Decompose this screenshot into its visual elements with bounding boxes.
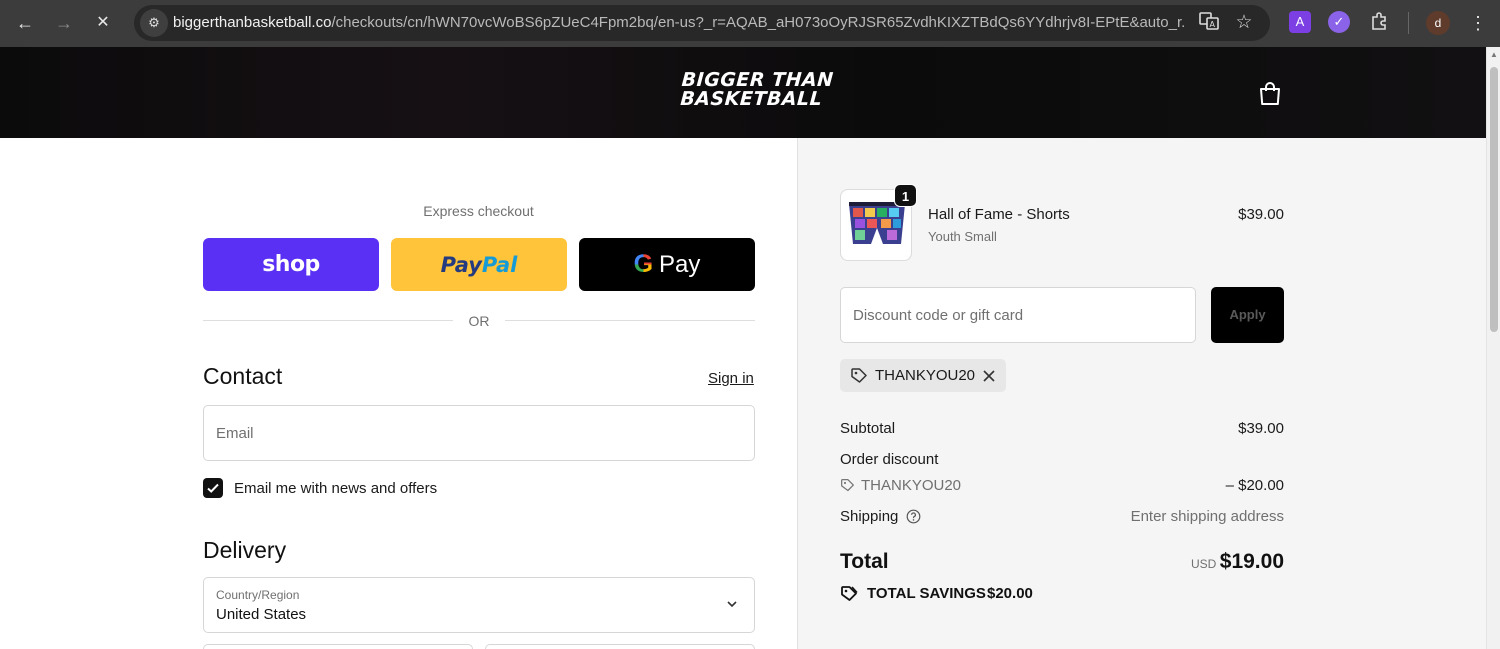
remove-discount-close-icon[interactable] (982, 369, 996, 383)
product-variant: Youth Small (928, 229, 997, 244)
or-divider-text: OR (468, 313, 490, 329)
country-label: Country/Region (216, 588, 300, 602)
quantity-badge: 1 (894, 184, 917, 207)
discount-value: – $20.00 (1225, 477, 1284, 494)
google-g-icon: G (633, 250, 654, 278)
svg-text:A: A (1210, 20, 1216, 29)
scroll-up-arrow-icon[interactable]: ▲ (1490, 51, 1498, 59)
country-value: United States (216, 606, 307, 623)
discount-placeholder: Discount code or gift card (853, 307, 1024, 324)
subtotal-label: Subtotal (840, 420, 896, 437)
toolbar-divider (1408, 12, 1409, 34)
url-text[interactable]: biggerthanbasketball.co/checkouts/cn/hWN… (173, 14, 1185, 31)
scroll-thumb[interactable] (1490, 67, 1498, 332)
applied-discount-chip: THANKYOU20 (840, 359, 1006, 392)
last-name-field[interactable] (485, 644, 755, 649)
country-select[interactable]: Country/Region United States (203, 577, 755, 633)
product-price: $39.00 (1238, 206, 1284, 223)
site-info-icon[interactable]: ⚙ (140, 9, 168, 37)
discount-code-input[interactable]: Discount code or gift card (840, 287, 1196, 343)
apply-discount-button[interactable]: Apply (1211, 287, 1284, 343)
shipping-value: Enter shipping address (1130, 508, 1284, 525)
newsletter-label[interactable]: Email me with news and offers (234, 480, 437, 497)
google-pay-button[interactable]: G Pay (579, 238, 755, 291)
site-header: BIGGER THAN BASKETBALL (0, 47, 1486, 138)
brand-logo[interactable]: BIGGER THAN BASKETBALL (680, 69, 835, 110)
subtotal-value: $39.00 (1238, 420, 1284, 437)
total-label: Total (840, 550, 889, 573)
page-scrollbar[interactable]: ▲ (1486, 47, 1500, 649)
address-bar[interactable]: ⚙ biggerthanbasketball.co/checkouts/cn/h… (134, 5, 1270, 41)
total-savings-label: TOTAL SAVINGS (867, 585, 986, 602)
shipping-label: Shipping (840, 508, 899, 525)
bookmark-star-icon[interactable]: ☆ (1232, 11, 1256, 35)
total-savings-value: $20.00 (987, 585, 1033, 602)
extensions-puzzle-icon[interactable] (1368, 11, 1390, 33)
express-checkout-label: Express checkout (423, 203, 534, 219)
product-name: Hall of Fame - Shorts (928, 206, 1070, 223)
currency-code: USD (1191, 557, 1217, 571)
browser-toolbar: ← → ✕ ⚙ biggerthanbasketball.co/checkout… (0, 0, 1500, 47)
forward-arrow-icon[interactable]: → (50, 9, 78, 37)
newsletter-checkbox[interactable] (203, 478, 223, 498)
applied-code-text: THANKYOU20 (875, 367, 976, 384)
paypal-button[interactable]: Pay Pal (391, 238, 567, 291)
back-arrow-icon[interactable]: ← (11, 9, 39, 37)
contact-heading: Contact (203, 363, 283, 389)
delivery-heading: Delivery (203, 537, 287, 563)
shop-pay-logo: shop (262, 252, 320, 277)
chevron-down-icon (727, 601, 737, 608)
checkmark-icon (207, 483, 219, 493)
email-placeholder: Email (216, 425, 254, 442)
order-discount-label: Order discount (840, 451, 939, 468)
or-divider-right (505, 320, 755, 321)
paypal-logo-pay: Pay (440, 252, 482, 277)
savings-tag-icon (841, 586, 858, 601)
profile-avatar[interactable]: d (1426, 11, 1450, 35)
discount-tag-icon (841, 479, 854, 492)
stop-loading-icon[interactable]: ✕ (89, 9, 117, 37)
total-value: $19.00 (1219, 550, 1284, 573)
translate-icon[interactable]: A (1197, 11, 1221, 35)
shopping-bag-icon[interactable] (1258, 80, 1282, 106)
sign-in-link[interactable]: Sign in (708, 370, 754, 387)
discount-code-line: THANKYOU20 (861, 477, 962, 494)
tag-icon (851, 368, 867, 383)
email-field[interactable]: Email (203, 405, 755, 461)
extension-circle-icon[interactable]: ✓ (1328, 11, 1350, 33)
or-divider-left (203, 320, 453, 321)
browser-menu-icon[interactable]: ⋮ (1464, 9, 1492, 37)
google-pay-label: Pay (659, 250, 701, 278)
shipping-help-icon[interactable] (906, 509, 921, 524)
shop-pay-button[interactable]: shop (203, 238, 379, 291)
paypal-logo-pal: Pal (481, 252, 518, 277)
extension-a-icon[interactable]: A (1289, 11, 1311, 33)
first-name-field[interactable] (203, 644, 473, 649)
